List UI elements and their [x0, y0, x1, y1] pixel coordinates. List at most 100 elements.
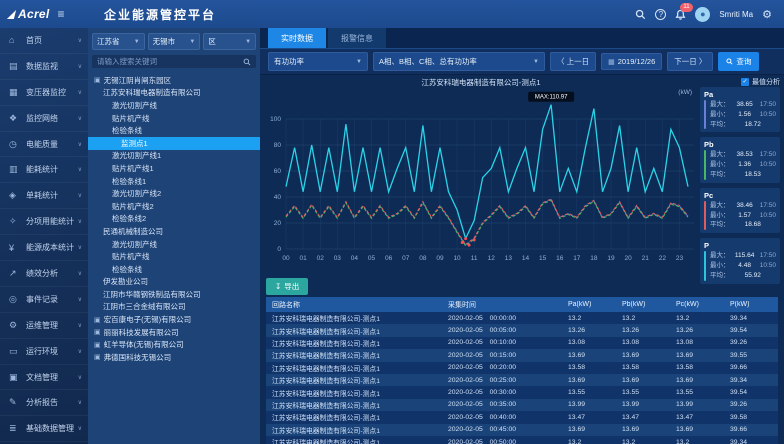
svg-text:23: 23 [676, 255, 684, 262]
sidebar-item-label: 事件记录 [26, 294, 78, 305]
tree-node-label: 民通机械制造公司 [103, 226, 163, 237]
table-cell: 2020-02-05 00:10:00 [442, 339, 562, 346]
tree-node-label: 江苏安科瑞电器制造有限公司 [103, 87, 201, 98]
tree-node[interactable]: 检验条线2 [88, 213, 260, 226]
region-select-2[interactable]: 区▼ [203, 33, 256, 50]
stat-value: 1.56 [738, 110, 751, 120]
sidebar-item-base-data-management[interactable]: ≣基础数据管理∨ [0, 416, 88, 442]
sidebar-item-data-monitor[interactable]: ▤数据监视∨ [0, 54, 88, 80]
extremes-checkbox[interactable]: ✓ 最值分析 [700, 77, 780, 87]
region-select-1[interactable]: 无锡市▼ [148, 33, 201, 50]
phase-select[interactable]: A相、B相、C相、总有功功率 ▼ [373, 52, 545, 71]
tree-node[interactable]: ▣丽丽科技发展有限公司 [88, 326, 260, 339]
stat-label: 最小： [710, 261, 730, 271]
sidebar-item-performance-analysis[interactable]: ↗绩效分析∨ [0, 261, 88, 287]
avatar[interactable]: ● [695, 7, 710, 22]
gear-icon[interactable]: ⚙ [762, 8, 772, 21]
sidebar-item-document-management[interactable]: ▣文档管理∨ [0, 365, 88, 391]
tree-node[interactable]: 检验条线 [88, 124, 260, 137]
tree-node[interactable]: 检验条线1 [88, 175, 260, 188]
sidebar-item-ops-management[interactable]: ⚙运维管理∨ [0, 313, 88, 339]
sidebar-item-energy-consumption-stats[interactable]: ▥能耗统计∨ [0, 157, 88, 183]
table-cell: 39.54 [724, 389, 778, 396]
tree-node[interactable]: 江阴市华赣钢铁制品有限公司 [88, 288, 260, 301]
tree-node[interactable]: 检验条线 [88, 263, 260, 276]
tree-node[interactable]: ▣虹羊导体(无锡)有限公司 [88, 338, 260, 351]
tree-node[interactable]: 激光切割产线 [88, 99, 260, 112]
username: Smriti Ma [719, 10, 753, 19]
sidebar-item-unit-consumption-stats[interactable]: ◈单耗统计∨ [0, 183, 88, 209]
tree-node[interactable]: 激光切割产线2 [88, 187, 260, 200]
power-type-select[interactable]: 有功功率 ▼ [268, 52, 368, 71]
sidebar-item-label: 能耗统计 [26, 164, 78, 175]
tree-node[interactable]: 民通机械制造公司 [88, 225, 260, 238]
tree-node-label: 贴片机产线1 [112, 163, 154, 174]
max-annotation: MAX:110.97 [535, 95, 568, 101]
help-icon[interactable]: ? [655, 9, 666, 20]
chart-title: 江苏安科瑞电器制造有限公司-测点1 [264, 77, 698, 89]
tab-alarm-info[interactable]: 报警信息 [328, 28, 386, 48]
table-cell: 39.26 [724, 401, 778, 408]
sidebar-item-home[interactable]: ⌂首页∨ [0, 28, 88, 54]
date-picker[interactable]: ▦ 2019/12/26 [601, 53, 662, 70]
tab-realtime-data[interactable]: 实时数据 [268, 28, 326, 48]
stat-row: 平均：18.72 [710, 120, 776, 130]
sidebar-item-power-quality[interactable]: ◷电能质量∨ [0, 132, 88, 158]
stat-label: 平均： [710, 120, 730, 130]
tree-node[interactable]: 贴片机产线1 [88, 162, 260, 175]
table-cell: 江苏安科瑞电器制造有限公司-测点1 [266, 412, 442, 422]
tree-node[interactable]: 贴片机产线2 [88, 200, 260, 213]
tree-node[interactable]: 江阴市三合金绒有限公司 [88, 301, 260, 314]
search-icon[interactable] [635, 9, 646, 20]
stat-time: 17:50 [760, 100, 776, 110]
table-cell: 13.26 [616, 327, 670, 334]
unit-consumption-stats-icon: ◈ [9, 190, 22, 201]
power-line-chart[interactable]: 0204060801000001020304050607080910111213… [264, 89, 698, 273]
sidebar-item-subentry-energy-stats[interactable]: ✧分项用能统计∨ [0, 209, 88, 235]
region-select-0[interactable]: 江苏省▼ [92, 33, 145, 50]
sidebar-item-energy-cost-stats[interactable]: ¥能源成本统计∨ [0, 235, 88, 261]
data-table: 回路名称采集时间Pa(kW)Pb(kW)Pc(kW)P(kW) 江苏安科瑞电器制… [266, 297, 778, 444]
table-cell: 2020-02-05 00:25:00 [442, 377, 562, 384]
tree-node[interactable]: 贴片机产线 [88, 112, 260, 125]
subentry-energy-stats-icon: ✧ [9, 216, 22, 227]
tree-node[interactable]: 贴片机产线 [88, 250, 260, 263]
tree-node[interactable]: 激光切割产线 [88, 238, 260, 251]
svg-text:07: 07 [402, 255, 410, 262]
tree-node[interactable]: 江苏安科瑞电器制造有限公司 [88, 87, 260, 100]
tree-node-selected[interactable]: 监测点1 [88, 137, 260, 150]
search-icon[interactable] [243, 58, 251, 66]
sidebar-item-runtime-environment[interactable]: ▭运行环境∨ [0, 339, 88, 365]
menu-toggle-icon[interactable]: ≡ [58, 7, 65, 21]
sidebar-item-event-records[interactable]: ◎事件记录∨ [0, 287, 88, 313]
prev-day-button[interactable]: 〈 上一日 [550, 52, 596, 71]
stat-label: 最大： [710, 150, 730, 160]
stat-value: 38.46 [736, 201, 752, 211]
sidebar-item-label: 电能质量 [26, 139, 78, 150]
query-button[interactable]: 查询 [718, 52, 759, 71]
sidebar-item-analysis-report[interactable]: ✎分析报告∨ [0, 390, 88, 416]
sidebar-item-monitor-network[interactable]: ❖监控网络∨ [0, 106, 88, 132]
chevron-down-icon: ▼ [533, 59, 539, 65]
tree-node[interactable]: ▣弗德国科技无锡公司 [88, 351, 260, 364]
table-cell: 13.2 [616, 439, 670, 444]
tree-node[interactable]: ▣宏百康电子(无锡)有限公司 [88, 313, 260, 326]
logo-text: Acrel [18, 7, 50, 21]
tree-node-label: 检验条线 [112, 264, 142, 275]
base-data-management-icon: ≣ [9, 423, 22, 434]
table-cell: 13.2 [616, 315, 670, 322]
stat-row: 最小：1.5610:50 [710, 110, 776, 120]
energy-consumption-stats-icon: ▥ [9, 164, 22, 175]
next-day-button[interactable]: 下一日 〉 [667, 52, 713, 71]
tree-search-input[interactable] [97, 57, 243, 66]
tree-node[interactable]: 伊发勘业公司 [88, 276, 260, 289]
stat-row: 平均：55.92 [710, 271, 776, 281]
tree-node[interactable]: ▣无锡江阴肖闸东园区 [88, 74, 260, 87]
stat-value: 38.53 [736, 150, 752, 160]
export-button[interactable]: ↧ 导出 [266, 278, 308, 295]
tree-node[interactable]: 激光切割产线1 [88, 150, 260, 163]
sidebar-item-transformer-monitor[interactable]: ▦变压器监控∨ [0, 80, 88, 106]
stat-row: 最小：4.4810:50 [710, 261, 776, 271]
table-row: 江苏安科瑞电器制造有限公司-测点12020-02-05 00:15:0013.6… [266, 349, 778, 361]
notifications-bell-icon[interactable]: 11 [675, 9, 686, 20]
